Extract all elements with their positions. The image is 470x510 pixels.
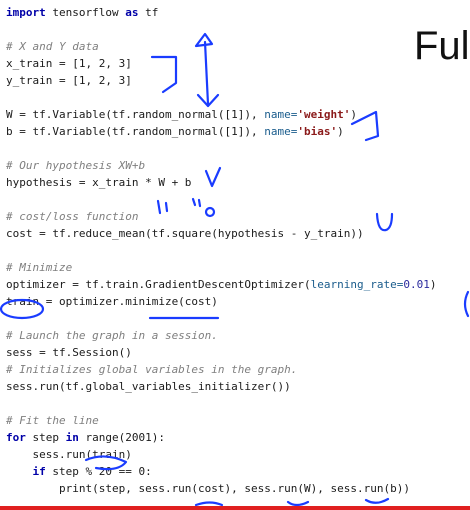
print-b-underline [364, 497, 390, 504]
tick-2 [164, 201, 169, 213]
train-circle [0, 298, 45, 320]
bracket-stroke-wb [350, 110, 380, 142]
check-mark [204, 166, 222, 188]
print-cost-underline [194, 501, 224, 507]
tick-3 [191, 197, 197, 207]
bracket-stroke-xy [150, 55, 178, 94]
arrow-stroke [203, 40, 210, 106]
u-mark [375, 212, 394, 232]
accent-bar [0, 506, 470, 510]
tick-1 [156, 199, 162, 215]
lecture-slide: import tensorflow as tf # X and Y data x_… [0, 0, 470, 510]
handwritten-annotations [0, 32, 470, 507]
edge-curve [463, 290, 470, 318]
small-circle [204, 206, 216, 218]
tick-4 [197, 198, 202, 208]
print-w-underline [286, 500, 310, 507]
arrowhead-top [194, 32, 214, 48]
train-loop-circle [84, 455, 128, 471]
